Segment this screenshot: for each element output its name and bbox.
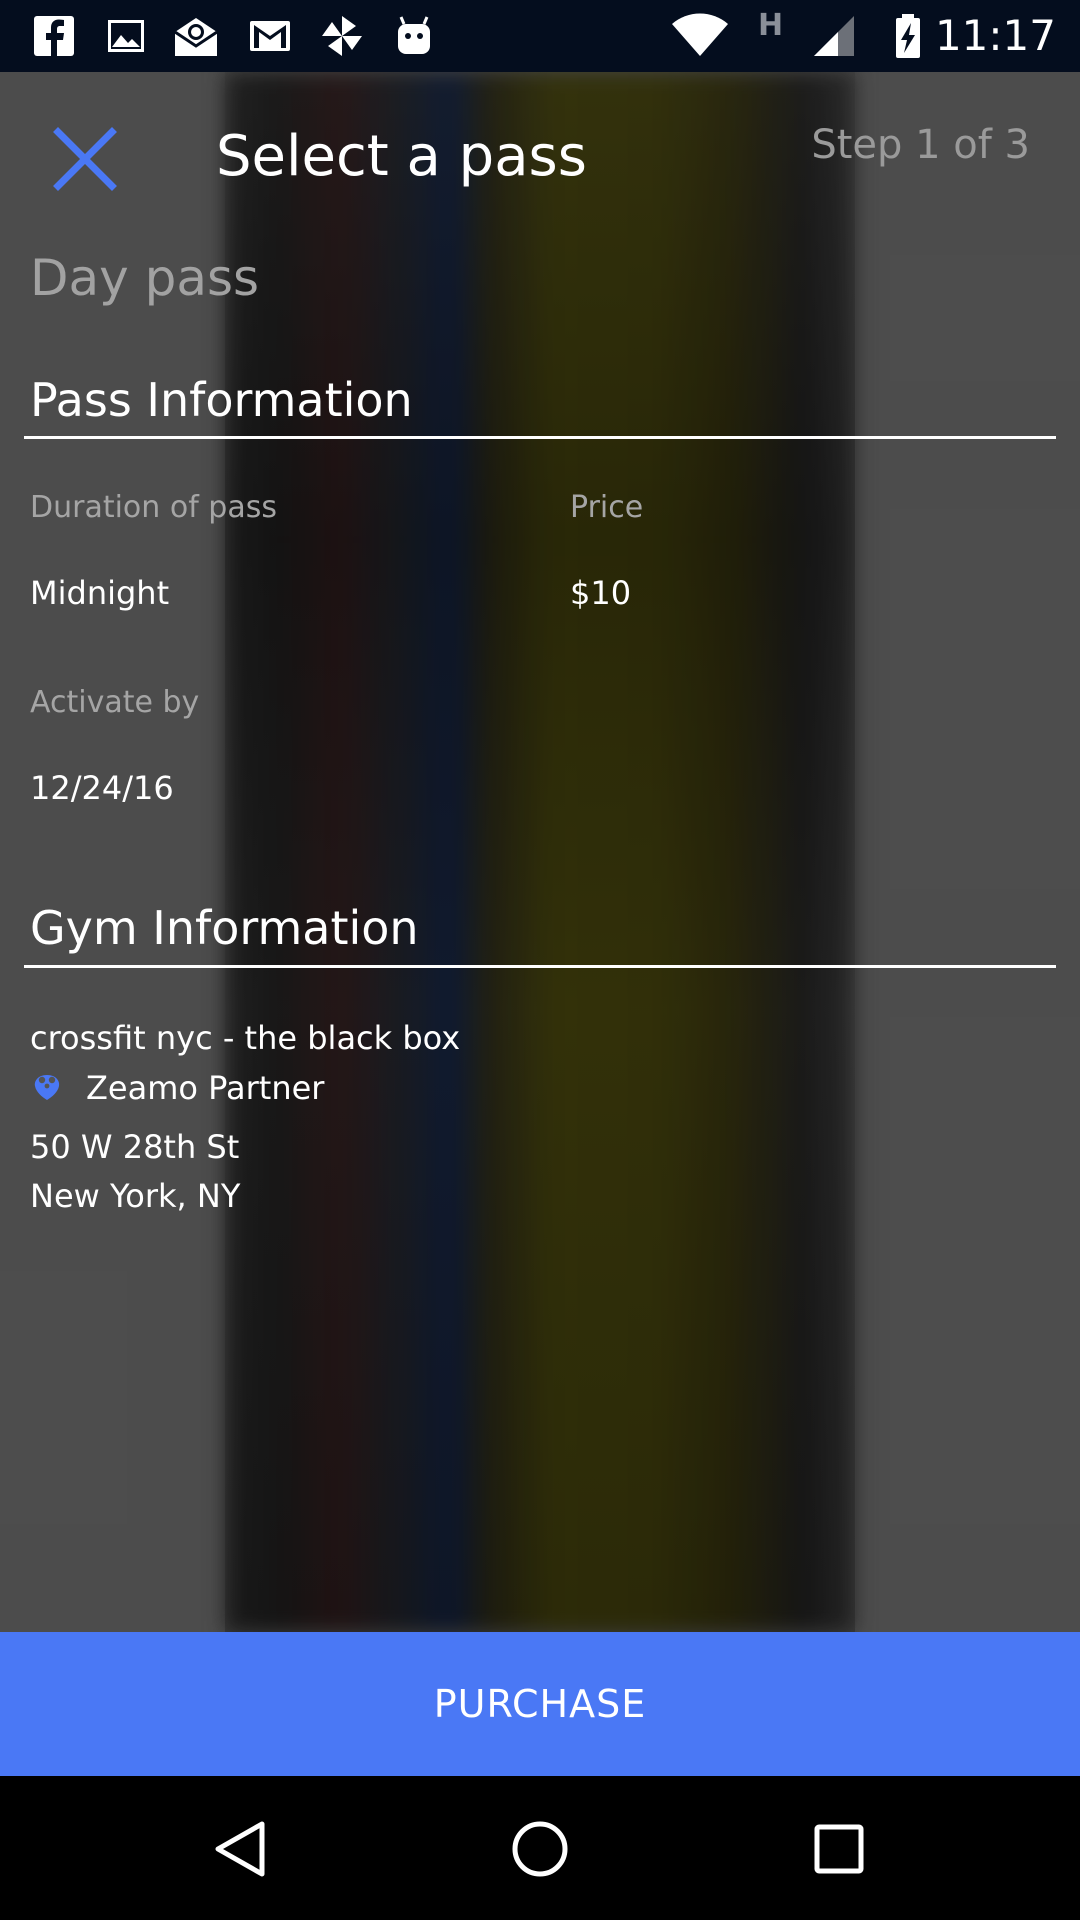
zeamo-partner-icon	[34, 1075, 60, 1100]
screen: H 11:17 Select a pass Step 1 of 3 Day pa…	[0, 0, 1080, 1920]
gallery-icon	[108, 20, 144, 52]
price-label: Price	[570, 490, 644, 525]
step-indicator: Step 1 of 3	[811, 122, 1030, 168]
signal-icon	[814, 16, 854, 56]
zeamo-partner-label: Zeamo Partner	[86, 1069, 325, 1107]
email-app-icon	[174, 18, 218, 56]
battery-charging-icon	[896, 14, 920, 58]
duration-value: Midnight	[30, 574, 170, 612]
pinwheel-icon	[322, 16, 362, 56]
home-icon[interactable]	[507, 1816, 573, 1882]
activate-by-label: Activate by	[30, 685, 200, 720]
gym-information-divider	[24, 965, 1056, 968]
wifi-icon	[672, 13, 728, 56]
activate-by-value: 12/24/16	[30, 769, 174, 807]
recents-icon[interactable]	[806, 1816, 872, 1882]
pass-type-label: Day pass	[30, 249, 260, 307]
purchase-button[interactable]: PURCHASE	[0, 1632, 1080, 1776]
back-icon[interactable]	[208, 1816, 274, 1882]
pass-information-heading: Pass Information	[30, 373, 413, 427]
address-line-1: 50 W 28th St	[30, 1128, 240, 1166]
close-icon[interactable]	[50, 124, 120, 194]
network-type-label: H	[758, 8, 784, 43]
status-time: 11:17	[934, 11, 1056, 60]
duration-label: Duration of pass	[30, 490, 277, 525]
page-title: Select a pass	[216, 124, 587, 189]
navigation-bar	[0, 1776, 1080, 1920]
gym-name: crossfit nyc - the black box	[30, 1019, 461, 1057]
facebook-icon	[34, 16, 74, 56]
price-value: $10	[570, 574, 632, 612]
gmail-icon	[250, 21, 290, 51]
address-line-2: New York, NY	[30, 1177, 241, 1215]
gym-information-heading: Gym Information	[30, 901, 419, 955]
pass-information-divider	[24, 436, 1056, 439]
status-bar: H 11:17	[0, 0, 1080, 72]
android-bot-icon	[398, 16, 430, 54]
